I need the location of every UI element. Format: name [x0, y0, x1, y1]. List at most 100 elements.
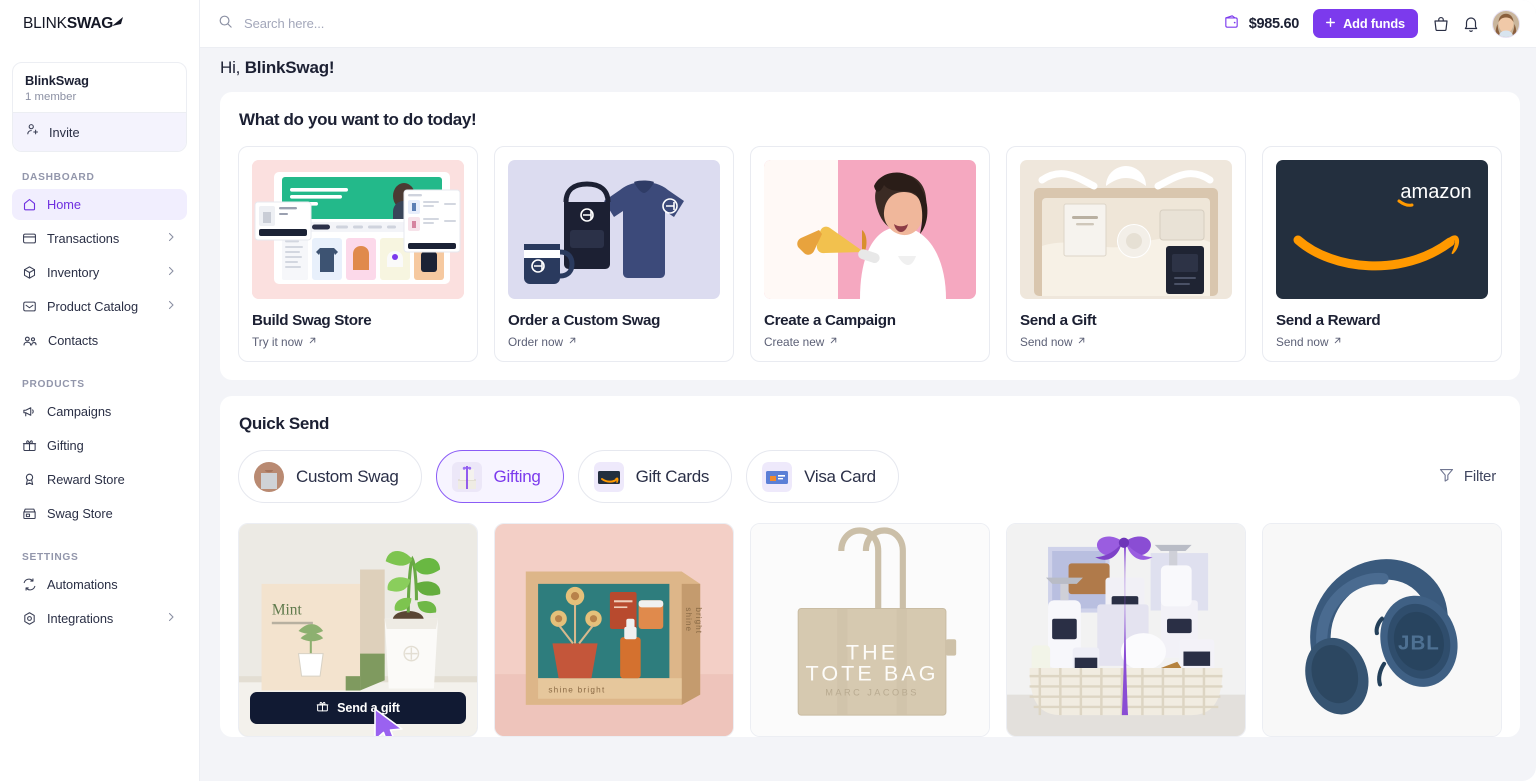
sidebar-item-integrations-label: Integrations: [47, 611, 114, 626]
gift-icon: [22, 440, 37, 452]
action-card-grid: Build Swag Store Try it now Order a Cust…: [238, 146, 1502, 362]
medal-icon: [25, 473, 34, 486]
marc-jacobs-tote-bag-image: THE TOTE BAG MARC JACOBS: [751, 524, 989, 736]
search-input[interactable]: [244, 16, 564, 31]
sidebar-item-reward-store[interactable]: Reward Store: [12, 464, 187, 495]
tab-gift-cards-label: Gift Cards: [635, 466, 710, 486]
wallet-balance[interactable]: $985.60: [1223, 13, 1299, 35]
notifications-button[interactable]: [1456, 9, 1486, 39]
action-card-send-gift[interactable]: Send a Gift Send now: [1006, 146, 1246, 362]
svg-text:shine bright: shine bright: [548, 686, 605, 695]
gift-basket-thumb-icon: [451, 461, 482, 492]
tshirt-thumb-icon: [254, 461, 284, 492]
org-card: BlinkSwag 1 member Invite: [12, 62, 187, 152]
action-card-build-swag-store[interactable]: Build Swag Store Try it now: [238, 146, 478, 362]
action-card-send-reward[interactable]: amazon Send a Reward Send now: [1262, 146, 1502, 362]
swag-store-mockup-thumbnail: [252, 160, 464, 299]
quick-send-tabs: Custom Swag Gifting Gift Cards Visa Card: [238, 450, 899, 503]
org-name: BlinkSwag: [25, 73, 89, 88]
org-info: BlinkSwag 1 member: [13, 63, 186, 112]
wallet-icon: [1223, 13, 1240, 35]
product-card-shine-bright-gift-box[interactable]: shine bright shine bright: [494, 523, 734, 737]
chevron-right-icon: [165, 610, 177, 628]
bag-icon: [1434, 16, 1448, 31]
action-card-link[interactable]: Send now: [1276, 335, 1488, 349]
sidebar-item-automations-label: Automations: [47, 577, 118, 592]
action-link-label: Send now: [1276, 335, 1329, 349]
tab-gifting-label: Gifting: [493, 466, 541, 486]
action-card-link[interactable]: Order now: [508, 335, 720, 349]
action-card-create-campaign[interactable]: Create a Campaign Create new: [750, 146, 990, 362]
invite-label: Invite: [49, 124, 80, 140]
tab-visa-card[interactable]: Visa Card: [746, 450, 899, 503]
tab-custom-swag[interactable]: Custom Swag: [238, 450, 422, 503]
svg-text:Mint: Mint: [272, 602, 303, 619]
greeting-prefix: Hi,: [220, 58, 241, 77]
action-link-label: Create new: [764, 335, 825, 349]
sidebar: BLINKSWAG BlinkSwag 1 member Invite DASH…: [0, 0, 200, 781]
search-icon: [218, 14, 233, 34]
quick-send-panel: Quick Send Custom Swag Gifting Gift Card…: [220, 396, 1520, 737]
chevron-right-icon: [165, 230, 177, 248]
sidebar-item-inventory[interactable]: Inventory: [12, 257, 187, 288]
contacts-icon: [23, 336, 37, 346]
action-card-title: Build Swag Store: [252, 312, 372, 329]
box-icon: [23, 266, 36, 279]
amazon-gift-card-thumbnail: amazon: [1276, 160, 1488, 299]
action-link-label: Order now: [508, 335, 564, 349]
sidebar-item-swag-store[interactable]: Swag Store: [12, 498, 187, 529]
search-container[interactable]: [218, 14, 1223, 34]
avatar[interactable]: [1492, 9, 1520, 38]
quick-send-title: Quick Send: [239, 414, 330, 433]
sidebar-item-integrations[interactable]: Integrations: [12, 603, 187, 634]
product-card-marc-jacobs-tote-bag[interactable]: THE TOTE BAG MARC JACOBS: [750, 523, 990, 737]
page-greeting: Hi, BlinkSwag!: [220, 58, 1520, 78]
chevron-right-icon: [165, 264, 177, 282]
product-card-mint-grow-kit[interactable]: Mint Send a gift: [238, 523, 478, 737]
custom-swag-apparel-thumbnail: [508, 160, 720, 299]
bell-icon: [1464, 16, 1478, 32]
sidebar-item-home[interactable]: Home: [12, 189, 187, 220]
sidebar-item-campaigns[interactable]: Campaigns: [12, 396, 187, 427]
action-card-link[interactable]: Try it now: [252, 335, 464, 349]
arrow-up-right-icon: [1332, 335, 1343, 349]
tab-gifting[interactable]: Gifting: [435, 450, 564, 503]
chevron-right-icon: [165, 298, 177, 316]
filter-button[interactable]: Filter: [1438, 466, 1502, 488]
add-funds-button[interactable]: Add funds: [1313, 9, 1418, 38]
brand-logo[interactable]: BLINKSWAG: [12, 0, 187, 48]
arrow-up-right-icon: [307, 335, 318, 349]
product-card-jbl-headphones[interactable]: JBL: [1262, 523, 1502, 737]
send-a-gift-button[interactable]: Send a gift: [250, 692, 466, 724]
top-bar: $985.60 Add funds: [200, 0, 1536, 48]
tab-visa-card-label: Visa Card: [804, 466, 876, 486]
integrations-icon: [24, 612, 35, 625]
sidebar-item-inventory-label: Inventory: [47, 265, 100, 280]
app-root: BLINKSWAG BlinkSwag 1 member Invite DASH…: [0, 0, 1536, 781]
amazon-card-thumb-icon: [593, 461, 624, 492]
action-card-order-custom-swag[interactable]: Order a Custom Swag Order now: [494, 146, 734, 362]
org-member-count: 1 member: [25, 91, 77, 103]
action-card-title: Create a Campaign: [764, 312, 896, 329]
sidebar-item-transactions[interactable]: Transactions: [12, 223, 187, 254]
brand-logo-text: BLINKSWAG: [23, 15, 124, 34]
nav-section-settings-label: SETTINGS: [22, 552, 79, 563]
sidebar-item-reward-store-label: Reward Store: [47, 472, 125, 487]
tab-custom-swag-label: Custom Swag: [296, 466, 399, 486]
action-card-link[interactable]: Send now: [1020, 335, 1232, 349]
action-card-link[interactable]: Create new: [764, 335, 976, 349]
sidebar-item-product-catalog[interactable]: Product Catalog: [12, 291, 187, 322]
brand-name-light: BLINK: [23, 14, 67, 32]
invite-button[interactable]: Invite: [13, 112, 186, 151]
sidebar-item-gifting[interactable]: Gifting: [12, 430, 187, 461]
nav-section-dashboard-label: DASHBOARD: [22, 172, 95, 183]
gift-box-spa-thumbnail: [1020, 160, 1232, 299]
visa-card-thumb-icon: [762, 461, 793, 492]
actions-panel: What do you want to do today! Build Swag…: [220, 92, 1520, 380]
tab-gift-cards[interactable]: Gift Cards: [577, 450, 733, 503]
sidebar-item-contacts[interactable]: Contacts: [12, 325, 187, 356]
bag-button[interactable]: [1426, 9, 1456, 39]
product-card-lavender-spa-basket[interactable]: [1006, 523, 1246, 737]
sidebar-item-automations[interactable]: Automations: [12, 569, 187, 600]
megaphone-icon: [23, 407, 34, 417]
